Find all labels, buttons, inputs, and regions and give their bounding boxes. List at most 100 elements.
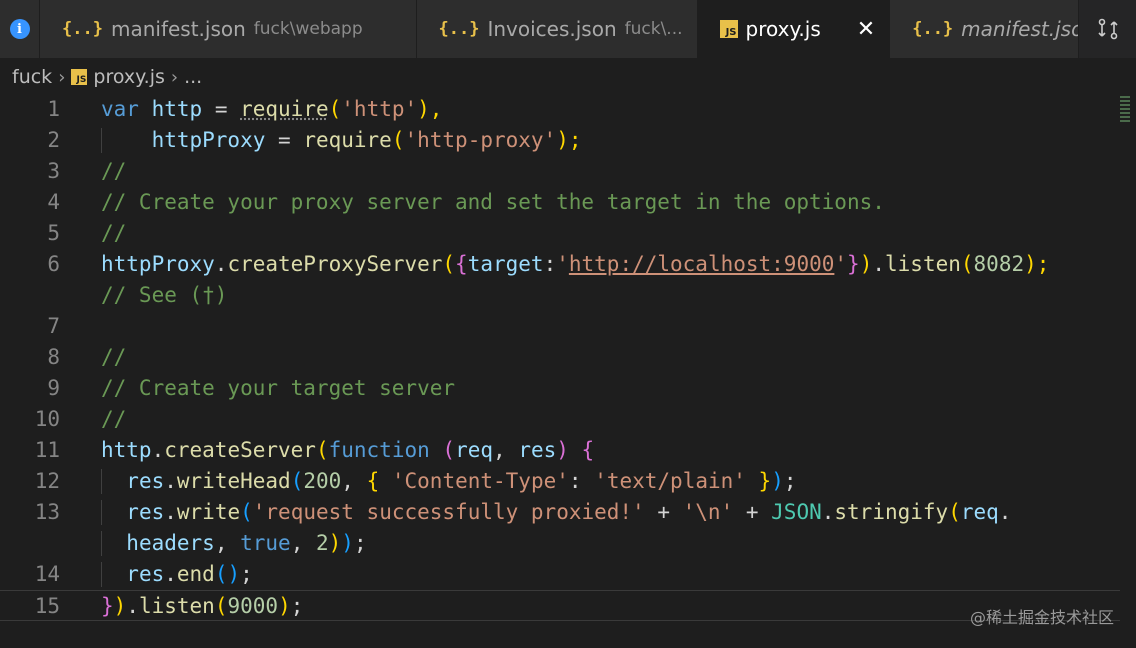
compare-changes-button[interactable] (1079, 0, 1136, 58)
token: http (151, 97, 203, 121)
info-button[interactable]: i (0, 0, 41, 58)
code-line: // See (†) (0, 280, 1120, 311)
token: : (568, 469, 595, 493)
js-file-icon: JS (71, 69, 88, 85)
js-file-icon: JS (719, 20, 738, 38)
line-number: 12 (34, 469, 60, 493)
token: } (847, 252, 860, 276)
token: ( (442, 252, 456, 276)
token: . (998, 500, 1012, 524)
code-line: 2 httpProxy = require('http-proxy'); (0, 125, 1120, 156)
token: listen (885, 252, 961, 276)
code-line: 7 (0, 311, 1120, 342)
comment: // Create your target server (101, 376, 456, 400)
token: ; (240, 562, 253, 586)
token: { (455, 252, 468, 276)
token: require (240, 97, 329, 121)
token: true (240, 531, 291, 555)
code-line: 3 // (0, 156, 1120, 187)
token: + (644, 500, 683, 524)
token: 'http-proxy' (404, 128, 557, 152)
info-icon: i (9, 19, 30, 39)
token: . (164, 562, 177, 586)
code-line: 12 res.writeHead(200, { 'Content-Type': … (0, 466, 1120, 497)
token: ) (771, 469, 784, 493)
token: function (328, 438, 430, 462)
watermark: @稀土掘金技术社区 (969, 608, 1114, 627)
close-icon[interactable]: ✕ (857, 17, 875, 42)
line-number: 6 (47, 252, 60, 276)
token: ) (278, 594, 291, 618)
code-line: 11 http.createServer(function (req, res)… (0, 435, 1120, 466)
token: createProxyServer (227, 252, 443, 276)
token: 'text/plain' (594, 469, 746, 493)
token: '\n' (682, 500, 734, 524)
token: var (101, 97, 139, 121)
token: ( (214, 594, 228, 618)
token: { (568, 438, 595, 462)
token: headers (126, 531, 215, 555)
token: = (202, 97, 241, 121)
tab-label: manifest.json (961, 17, 1078, 41)
token: ), (417, 97, 443, 121)
token: () (214, 562, 241, 586)
tab-proxy-js[interactable]: JS proxy.js ✕ (697, 0, 891, 58)
token: . (821, 500, 835, 524)
token: , (290, 531, 316, 555)
token: ( (960, 252, 974, 276)
tab-label: manifest.json (110, 17, 246, 41)
tab-bar: i {..} manifest.json fuck\webapp {..} In… (0, 0, 1136, 58)
tab-invoices-json[interactable]: {..} Invoices.json fuck\... (416, 0, 698, 58)
token: target (467, 252, 544, 276)
token: ( (391, 128, 405, 152)
token: res (518, 438, 557, 462)
token: req (455, 438, 494, 462)
token: ( (240, 500, 253, 524)
token: write (176, 500, 241, 524)
line-number: 13 (34, 500, 60, 524)
token: ; (290, 594, 304, 618)
comment: // See (†) (101, 283, 228, 307)
minimap[interactable] (1120, 96, 1130, 126)
token: = (265, 128, 304, 152)
line-number: 5 (47, 221, 60, 245)
line-number: 2 (47, 128, 60, 152)
breadcrumb-folder[interactable]: fuck (12, 66, 52, 88)
token: ' (834, 252, 848, 276)
tab-manifest-json[interactable]: {..} manifest.json fuck\webapp (40, 0, 417, 58)
line-number: 1 (47, 97, 60, 121)
json-file-icon: {..} (912, 19, 954, 39)
token: res (126, 469, 165, 493)
token: ); (1024, 252, 1050, 276)
token: httpProxy (101, 252, 215, 276)
json-file-icon: {..} (62, 19, 103, 39)
token: . (164, 500, 177, 524)
comment: // Create your proxy server and set the … (101, 190, 885, 214)
code-editor[interactable]: 1 var http = require('http'), 2 httpProx… (0, 94, 1136, 648)
tab-manifest-json-preview[interactable]: {..} manifest.json f (890, 0, 1080, 58)
tab-label: proxy.js (745, 17, 821, 41)
code-line: 14 res.end(); (0, 559, 1120, 590)
breadcrumb-file[interactable]: proxy.js (93, 66, 165, 88)
token: 8082 (973, 252, 1025, 276)
line-number: 14 (34, 562, 60, 586)
token: req (960, 500, 999, 524)
token: ) (328, 531, 342, 555)
token: } (745, 469, 772, 493)
comment: // (101, 159, 127, 183)
comment: // (101, 221, 127, 245)
token: ( (290, 469, 304, 493)
url-link[interactable]: http://localhost:9000 (569, 252, 835, 276)
token: { (366, 469, 380, 493)
line-number: 11 (34, 438, 60, 462)
token: 'request successfully proxied!' (252, 500, 645, 524)
line-number: 4 (47, 190, 60, 214)
token: listen (138, 594, 215, 618)
breadcrumb-symbol[interactable]: ... (184, 66, 202, 88)
code-line: 4 // Create your proxy server and set th… (0, 187, 1120, 218)
comment: // (101, 407, 127, 431)
token: stringify (834, 500, 949, 524)
token: . (214, 252, 228, 276)
token: , (493, 438, 519, 462)
breadcrumb: fuck › JS proxy.js › ... (0, 58, 1136, 96)
